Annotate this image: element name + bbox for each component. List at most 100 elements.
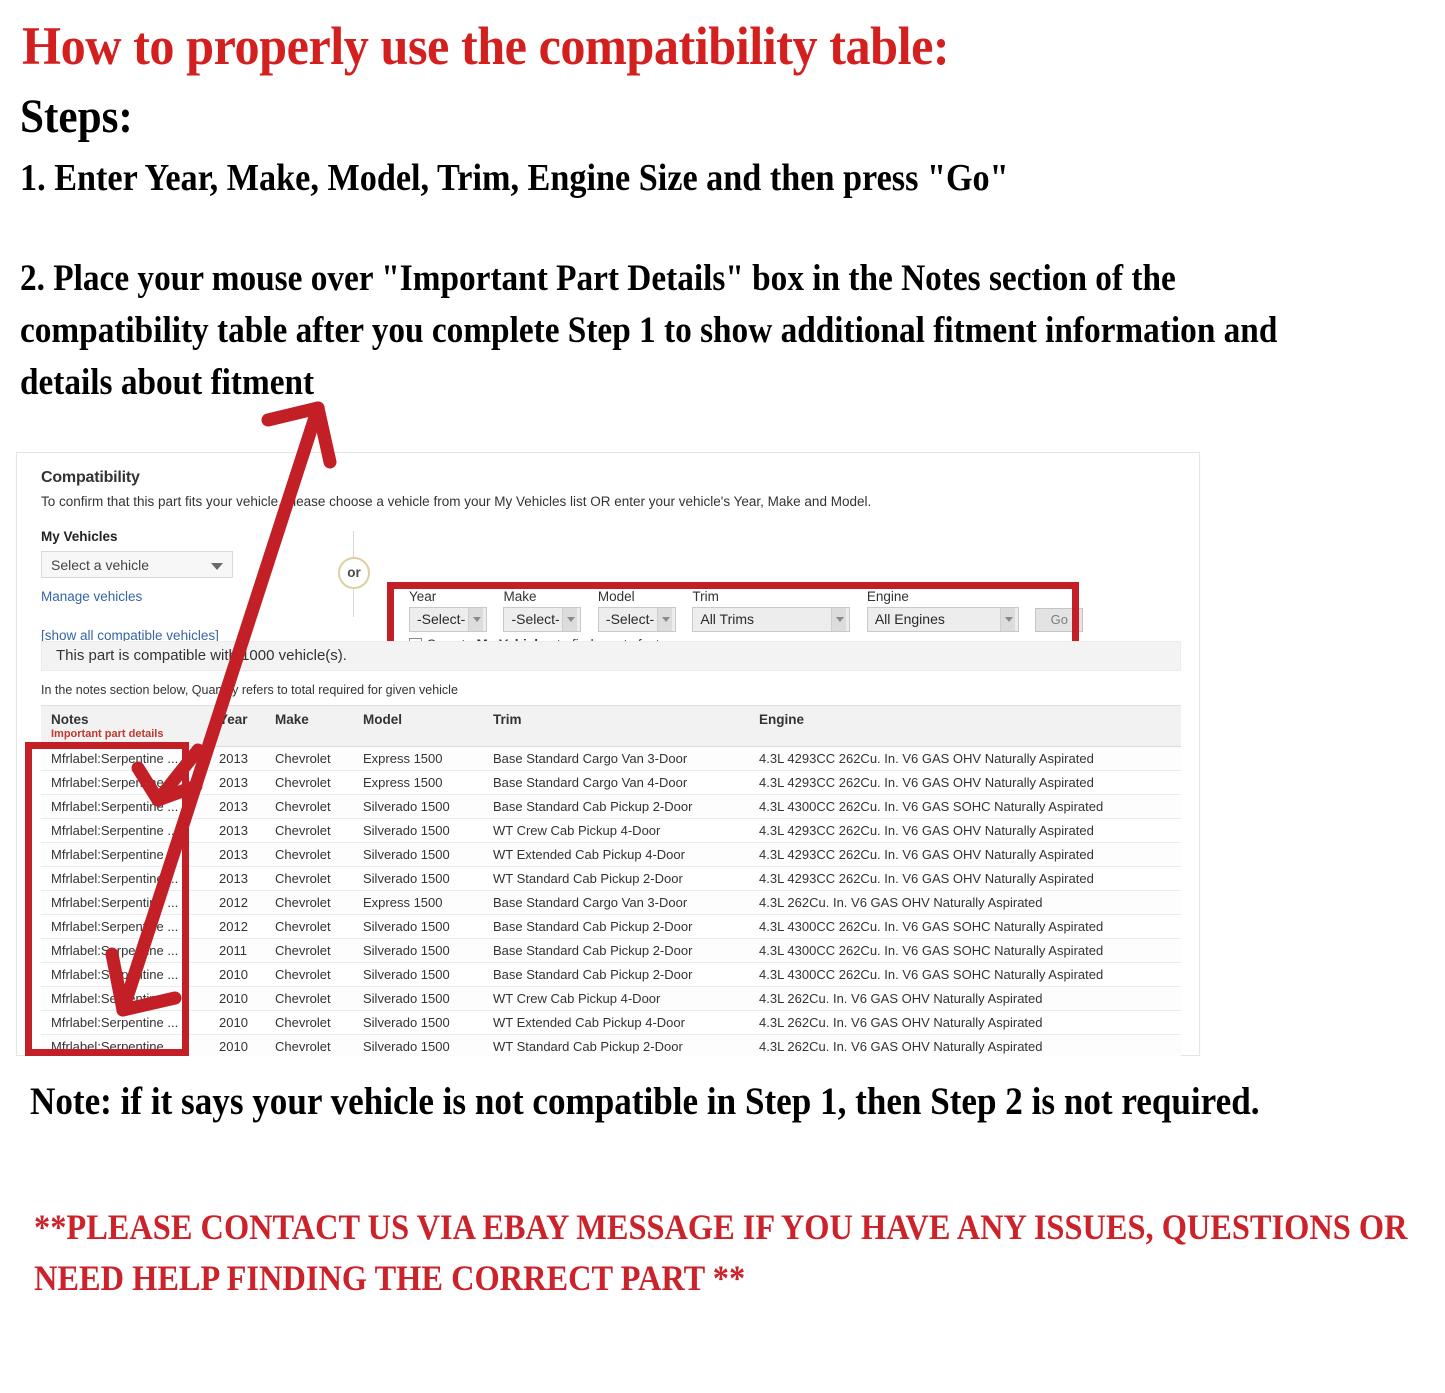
vehicle-select-dropdown[interactable]: Select a vehicle	[41, 551, 233, 578]
cell-year: 2013	[209, 842, 265, 867]
cell-engine: 4.3L 4293CC 262Cu. In. V6 GAS OHV Natura…	[749, 746, 1181, 771]
cell-year: 2012	[209, 890, 265, 915]
make-select[interactable]: -Select-	[503, 607, 582, 632]
cell-model: Express 1500	[353, 890, 483, 915]
step-1-text: 1. Enter Year, Make, Model, Trim, Engine…	[20, 157, 1009, 199]
cell-year: 2013	[209, 770, 265, 795]
go-button[interactable]: Go	[1035, 608, 1084, 632]
cell-make: Chevrolet	[265, 842, 353, 867]
cell-make: Chevrolet	[265, 770, 353, 795]
cell-year: 2013	[209, 866, 265, 891]
engine-select[interactable]: All Engines	[866, 607, 1019, 632]
table-row[interactable]: Mfrlabel:Serpentine ... 2013 Chevrolet Expr…	[41, 746, 1181, 771]
bottom-note-text: Note: if it says your vehicle is not com…	[30, 1080, 1260, 1123]
cell-engine: 4.3L 262Cu. In. V6 GAS OHV Naturally Asp…	[749, 1010, 1181, 1035]
column-header-make[interactable]: Make	[265, 705, 353, 747]
table-row[interactable]: Mfrlabel:Serpentine ... 2010 Chevrolet Silv…	[41, 986, 1181, 1011]
cell-make: Chevrolet	[265, 866, 353, 891]
year-select[interactable]: -Select-	[409, 607, 487, 632]
cell-model: Silverado 1500	[353, 842, 483, 867]
table-row[interactable]: Mfrlabel:Serpentine ... 2013 Chevrolet Expr…	[41, 770, 1181, 795]
cell-model: Silverado 1500	[353, 818, 483, 843]
cell-trim: WT Standard Cab Pickup 2-Door	[483, 1034, 749, 1059]
cell-model: Silverado 1500	[353, 1034, 483, 1059]
cell-notes: Mfrlabel:Serpentine ...	[41, 1034, 209, 1059]
column-header-year[interactable]: Year	[209, 705, 265, 747]
cell-model: Silverado 1500	[353, 1010, 483, 1035]
table-row[interactable]: Mfrlabel:Serpentine ... 2013 Chevrolet Silv…	[41, 794, 1181, 819]
chevron-down-icon	[831, 608, 847, 631]
cell-engine: 4.3L 262Cu. In. V6 GAS OHV Naturally Asp…	[749, 986, 1181, 1011]
column-header-notes[interactable]: Notes Important part details	[41, 705, 209, 747]
engine-value: All Engines	[874, 611, 945, 627]
cell-engine: 4.3L 262Cu. In. V6 GAS OHV Naturally Asp…	[749, 890, 1181, 915]
table-row[interactable]: Mfrlabel:Serpentine ... 2012 Chevrolet Silv…	[41, 914, 1181, 939]
chevron-down-icon	[999, 608, 1015, 631]
table-row[interactable]: Mfrlabel:Serpentine ... 2010 Chevrolet Silv…	[41, 1034, 1181, 1059]
cell-engine: 4.3L 4300CC 262Cu. In. V6 GAS SOHC Natur…	[749, 794, 1181, 819]
cell-notes: Mfrlabel:Serpentine ...	[41, 818, 209, 843]
cell-year: 2012	[209, 914, 265, 939]
or-separator-label: or	[338, 557, 370, 589]
cell-trim: Base Standard Cargo Van 3-Door	[483, 746, 749, 771]
cell-engine: 4.3L 4293CC 262Cu. In. V6 GAS OHV Natura…	[749, 818, 1181, 843]
page-title: How to properly use the compatibility ta…	[22, 16, 950, 76]
column-header-trim[interactable]: Trim	[483, 705, 749, 747]
important-part-details-label: Important part details	[51, 728, 164, 740]
compatibility-table: Notes Important part details Year Make M…	[41, 705, 1181, 1059]
notes-header-label: Notes	[51, 712, 89, 727]
step-2-text: 2. Place your mouse over "Important Part…	[20, 258, 1278, 403]
cell-trim: Base Standard Cargo Van 4-Door	[483, 770, 749, 795]
column-header-engine[interactable]: Engine	[749, 705, 1181, 747]
column-header-model[interactable]: Model	[353, 705, 483, 747]
cell-trim: WT Extended Cab Pickup 4-Door	[483, 842, 749, 867]
cell-model: Silverado 1500	[353, 794, 483, 819]
cell-engine: 4.3L 4293CC 262Cu. In. V6 GAS OHV Natura…	[749, 770, 1181, 795]
cell-trim: Base Standard Cargo Van 3-Door	[483, 890, 749, 915]
table-row[interactable]: Mfrlabel:Serpentine ... 2011 Chevrolet Silv…	[41, 938, 1181, 963]
table-row[interactable]: Mfrlabel:Serpentine ... 2012 Chevrolet Expr…	[41, 890, 1181, 915]
year-value: -Select-	[417, 611, 466, 627]
cell-notes: Mfrlabel:Serpentine ...	[41, 794, 209, 819]
or-separator: or	[331, 531, 377, 617]
cell-notes: Mfrlabel:Serpentine ...	[41, 842, 209, 867]
my-vehicles-label: My Vehicles	[41, 529, 118, 544]
manage-vehicles-link[interactable]: Manage vehicles	[41, 589, 142, 604]
cell-notes: Mfrlabel:Serpentine ...	[41, 986, 209, 1011]
cell-model: Express 1500	[353, 770, 483, 795]
model-field-group: Model -Select-	[597, 589, 676, 632]
trim-select[interactable]: All Trims	[692, 607, 851, 632]
compatibility-count-message: This part is compatible with 1000 vehicl…	[41, 641, 1181, 671]
cell-trim: Base Standard Cab Pickup 2-Door	[483, 794, 749, 819]
cell-notes: Mfrlabel:Serpentine ...	[41, 746, 209, 771]
make-label: Make	[503, 589, 537, 604]
cell-make: Chevrolet	[265, 794, 353, 819]
trim-value: All Trims	[700, 611, 755, 627]
cell-engine: 4.3L 4293CC 262Cu. In. V6 GAS OHV Natura…	[749, 866, 1181, 891]
table-row[interactable]: Mfrlabel:Serpentine ... 2013 Chevrolet Silv…	[41, 842, 1181, 867]
vehicle-select-value: Select a vehicle	[51, 557, 150, 573]
table-row[interactable]: Mfrlabel:Serpentine ... 2013 Chevrolet Silv…	[41, 818, 1181, 843]
cell-make: Chevrolet	[265, 986, 353, 1011]
cell-year: 2010	[209, 986, 265, 1011]
cell-model: Silverado 1500	[353, 962, 483, 987]
cell-trim: WT Extended Cab Pickup 4-Door	[483, 1010, 749, 1035]
cell-notes: Mfrlabel:Serpentine ...	[41, 938, 209, 963]
compatibility-panel: Compatibility To confirm that this part …	[16, 452, 1200, 1059]
chevron-down-icon	[211, 563, 223, 570]
trim-field-group: Trim All Trims	[692, 589, 851, 632]
cell-year: 2013	[209, 794, 265, 819]
cell-year: 2011	[209, 938, 265, 963]
cell-engine: 4.3L 262Cu. In. V6 GAS OHV Naturally Asp…	[749, 1034, 1181, 1059]
chevron-down-icon	[656, 608, 672, 631]
cell-trim: Base Standard Cab Pickup 2-Door	[483, 914, 749, 939]
model-select[interactable]: -Select-	[597, 607, 676, 632]
table-header-row: Notes Important part details Year Make M…	[41, 705, 1181, 747]
cell-engine: 4.3L 4300CC 262Cu. In. V6 GAS SOHC Natur…	[749, 914, 1181, 939]
compatibility-table-body: Mfrlabel:Serpentine ... 2013 Chevrolet Expr…	[41, 746, 1181, 1059]
make-field-group: Make -Select-	[503, 589, 582, 632]
table-row[interactable]: Mfrlabel:Serpentine ... 2010 Chevrolet Silv…	[41, 962, 1181, 987]
table-row[interactable]: Mfrlabel:Serpentine ... 2010 Chevrolet Silv…	[41, 1010, 1181, 1035]
model-value: -Select-	[605, 611, 655, 627]
table-row[interactable]: Mfrlabel:Serpentine ... 2013 Chevrolet Silv…	[41, 866, 1181, 891]
